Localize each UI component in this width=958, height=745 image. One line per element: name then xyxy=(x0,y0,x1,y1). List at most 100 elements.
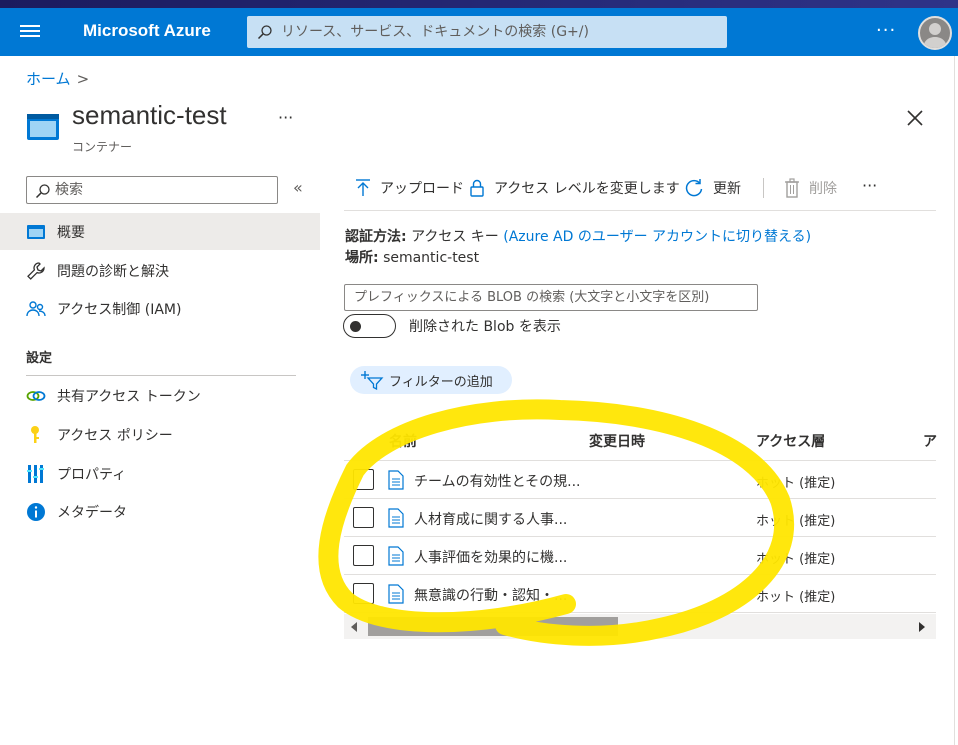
sidebar-item-label: アクセス制御 (IAM) xyxy=(57,302,182,318)
refresh-icon xyxy=(685,179,703,197)
wrench-icon xyxy=(27,262,45,280)
search-icon xyxy=(35,184,50,199)
top-bar: Microsoft Azure ··· xyxy=(0,8,958,56)
scroll-left-icon[interactable] xyxy=(351,622,357,632)
close-icon[interactable] xyxy=(905,108,925,128)
global-search-input[interactable] xyxy=(281,22,711,42)
global-search[interactable] xyxy=(247,16,727,48)
row-checkbox[interactable] xyxy=(353,583,374,604)
table-row[interactable]: 無意識の行動・認知・... ホット (推定) xyxy=(344,575,936,613)
sidebar-item-label: アクセス ポリシー xyxy=(57,428,173,444)
blob-name[interactable]: 人事評価を効果的に機... xyxy=(414,547,567,567)
add-filter-label: フィルターの追加 xyxy=(389,375,493,390)
sidebar-search[interactable] xyxy=(26,176,278,204)
command-more-icon[interactable]: ··· xyxy=(862,176,877,195)
search-icon xyxy=(257,25,272,40)
sidebar-section-settings: 設定 xyxy=(26,351,53,366)
blob-name[interactable]: 無意識の行動・認知・... xyxy=(414,585,567,605)
file-icon xyxy=(388,584,404,604)
properties-icon xyxy=(27,465,44,483)
sidebar-search-input[interactable] xyxy=(55,181,265,199)
window-edge xyxy=(954,56,958,745)
hamburger-menu-icon[interactable] xyxy=(20,22,40,42)
page-subtitle: コンテナー xyxy=(72,140,133,154)
toggle-knob xyxy=(350,321,361,332)
brand-title[interactable]: Microsoft Azure xyxy=(83,21,211,41)
table-row[interactable]: チームの有効性とその規... ホット (推定) xyxy=(344,461,936,499)
sidebar-item-label: 概要 xyxy=(57,225,85,241)
location-label: 場所: xyxy=(345,250,379,266)
blob-access-tier: ホット (推定) xyxy=(756,514,836,529)
refresh-label: 更新 xyxy=(713,181,741,197)
people-icon xyxy=(26,301,46,317)
delete-label: 削除 xyxy=(809,181,837,197)
key-icon xyxy=(31,426,39,443)
row-checkbox[interactable] xyxy=(353,507,374,528)
info-icon xyxy=(27,503,45,521)
switch-auth-link[interactable]: (Azure AD のユーザー アカウントに切り替える) xyxy=(503,229,811,245)
blob-access-tier: ホット (推定) xyxy=(756,552,836,567)
upload-icon xyxy=(356,179,370,196)
add-filter-button[interactable]: フィルターの追加 xyxy=(350,366,512,394)
location-value: semantic-test xyxy=(383,250,480,266)
row-checkbox[interactable] xyxy=(353,545,374,566)
blob-name[interactable]: 人材育成に関する人事... xyxy=(414,509,567,529)
blob-access-tier: ホット (推定) xyxy=(756,590,836,605)
overview-icon xyxy=(27,225,45,239)
command-bar-divider xyxy=(344,210,936,211)
change-access-level-label: アクセス レベルを変更します xyxy=(494,181,680,197)
user-avatar[interactable] xyxy=(918,16,952,50)
horizontal-scrollbar[interactable] xyxy=(344,614,936,639)
table-row[interactable]: 人事評価を効果的に機... ホット (推定) xyxy=(344,537,936,575)
more-options-icon[interactable]: ··· xyxy=(876,20,896,41)
show-deleted-toggle[interactable] xyxy=(343,314,396,338)
trash-icon xyxy=(785,178,799,198)
sidebar-item-sas[interactable]: 共有アクセス トークン xyxy=(0,377,320,414)
command-separator xyxy=(763,178,764,198)
table-row[interactable]: 人材育成に関する人事... ホット (推定) xyxy=(344,499,936,537)
sidebar-item-access-policy[interactable]: アクセス ポリシー xyxy=(0,416,320,453)
scrollbar-thumb[interactable] xyxy=(368,617,618,636)
scroll-right-icon[interactable] xyxy=(919,622,925,632)
sidebar-item-label: 問題の診断と解決 xyxy=(57,264,169,280)
blob-access-tier: ホット (推定) xyxy=(756,476,836,491)
collapse-sidebar-icon[interactable]: « xyxy=(293,178,303,197)
auth-method: 認証方法: アクセス キー (Azure AD のユーザー アカウントに切り替え… xyxy=(345,226,811,246)
row-checkbox[interactable] xyxy=(353,469,374,490)
refresh-button[interactable]: 更新 xyxy=(684,175,741,201)
upload-label: アップロード xyxy=(380,181,464,197)
sidebar-item-metadata[interactable]: メタデータ xyxy=(0,493,320,530)
sidebar-item-properties[interactable]: プロパティ xyxy=(0,455,320,492)
sidebar-item-label: プロパティ xyxy=(57,467,127,483)
auth-method-value: アクセス キー xyxy=(411,229,499,245)
breadcrumb-home[interactable]: ホーム xyxy=(26,70,71,88)
window-top-strip xyxy=(0,0,958,8)
column-header-access-tier[interactable]: アクセス層 xyxy=(756,431,825,451)
chevron-right-icon: > xyxy=(76,70,90,88)
column-header-modified[interactable]: 変更日時 xyxy=(589,431,645,451)
lock-icon xyxy=(470,179,484,197)
sidebar-item-overview[interactable]: 概要 xyxy=(0,213,320,250)
add-filter-icon xyxy=(361,371,384,390)
blob-name[interactable]: チームの有効性とその規... xyxy=(414,471,581,491)
delete-button[interactable]: 削除 xyxy=(784,175,837,201)
auth-method-label: 認証方法: xyxy=(345,229,407,245)
blob-prefix-search[interactable] xyxy=(344,284,758,311)
sidebar-item-diagnose[interactable]: 問題の診断と解決 xyxy=(0,252,320,289)
sidebar-item-label: メタデータ xyxy=(57,505,127,521)
container-icon xyxy=(27,114,59,140)
sidebar-divider xyxy=(26,375,296,376)
sidebar-item-label: 共有アクセス トークン xyxy=(57,389,201,405)
change-access-level-button[interactable]: アクセス レベルを変更します xyxy=(469,175,680,201)
sidebar-item-iam[interactable]: アクセス制御 (IAM) xyxy=(0,290,320,327)
column-header-name[interactable]: 名前 xyxy=(389,431,417,451)
file-icon xyxy=(388,470,404,490)
file-icon xyxy=(388,546,404,566)
link-icon xyxy=(26,391,46,401)
show-deleted-label: 削除された Blob を表示 xyxy=(409,319,561,335)
upload-button[interactable]: アップロード xyxy=(355,175,464,201)
page-title: semantic-test xyxy=(72,100,227,130)
column-header-truncated[interactable]: ア xyxy=(923,431,937,451)
title-more-icon[interactable]: ··· xyxy=(278,108,293,127)
blob-prefix-search-input[interactable] xyxy=(345,285,757,310)
